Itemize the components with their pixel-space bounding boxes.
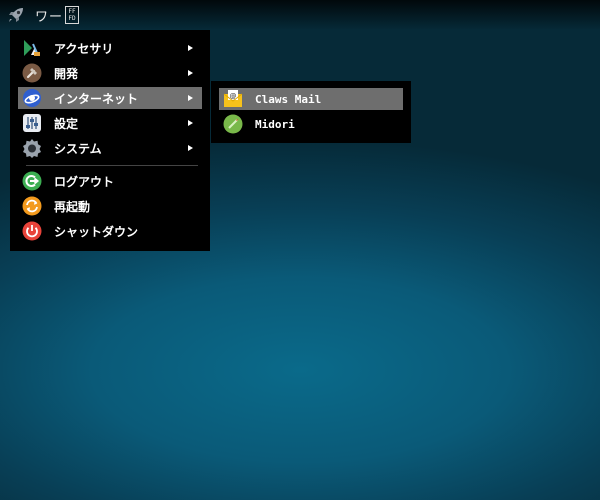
development-icon — [22, 63, 42, 83]
submenu-item-midori[interactable]: Midori — [219, 113, 403, 135]
rocket-icon — [9, 8, 23, 22]
settings-icon — [22, 113, 42, 133]
reboot-icon — [22, 196, 42, 216]
top-panel: ワー FF FD — [0, 0, 600, 30]
submenu-arrow-icon — [188, 45, 193, 51]
accessories-icon — [22, 38, 42, 58]
submenu-arrow-icon — [188, 70, 193, 76]
submenu-item-label: Claws Mail — [255, 92, 322, 106]
submenu-arrow-icon — [188, 120, 193, 126]
menu-item-label: インターネット — [54, 91, 139, 106]
menu-item-internet[interactable]: インターネット — [18, 87, 202, 109]
midori-icon — [223, 114, 243, 134]
application-menu: アクセサリ 開発 インターネット 設定 システム ログアウト 再起動 シャットダ… — [10, 30, 210, 251]
menu-item-label: システム — [54, 141, 102, 156]
internet-icon — [22, 88, 42, 108]
logout-icon — [22, 171, 42, 191]
menu-item-development[interactable]: 開発 — [18, 62, 202, 84]
menu-separator — [26, 165, 198, 166]
menu-item-label: 開発 — [54, 66, 79, 81]
menu-item-settings[interactable]: 設定 — [18, 112, 202, 134]
menu-item-shutdown[interactable]: シャットダウン — [18, 220, 202, 242]
missing-glyph-box: FF FD — [65, 6, 80, 24]
menu-item-reboot[interactable]: 再起動 — [18, 195, 202, 217]
menu-item-label: アクセサリ — [54, 41, 114, 56]
submenu-item-claws-mail[interactable]: @ Claws Mail — [219, 88, 403, 110]
internet-submenu: @ Claws Mail Midori — [211, 81, 411, 143]
glyph-hex-top: FF — [68, 8, 76, 15]
menu-item-label: 再起動 — [54, 199, 91, 214]
menu-item-accessories[interactable]: アクセサリ — [18, 37, 202, 59]
menu-item-label: ログアウト — [54, 174, 115, 189]
glyph-hex-bottom: FD — [68, 15, 76, 22]
menu-item-label: 設定 — [54, 116, 79, 131]
menu-item-logout[interactable]: ログアウト — [18, 170, 202, 192]
system-icon — [22, 138, 42, 158]
workspace-label[interactable]: ワー — [35, 6, 63, 25]
menu-item-system[interactable]: システム — [18, 137, 202, 159]
submenu-item-label: Midori — [255, 117, 295, 131]
menu-item-label: シャットダウン — [54, 224, 139, 239]
submenu-arrow-icon — [188, 145, 193, 151]
launcher-button[interactable] — [5, 4, 27, 26]
claws-mail-icon: @ — [223, 89, 243, 109]
submenu-arrow-icon — [188, 95, 193, 101]
shutdown-icon — [22, 221, 42, 241]
